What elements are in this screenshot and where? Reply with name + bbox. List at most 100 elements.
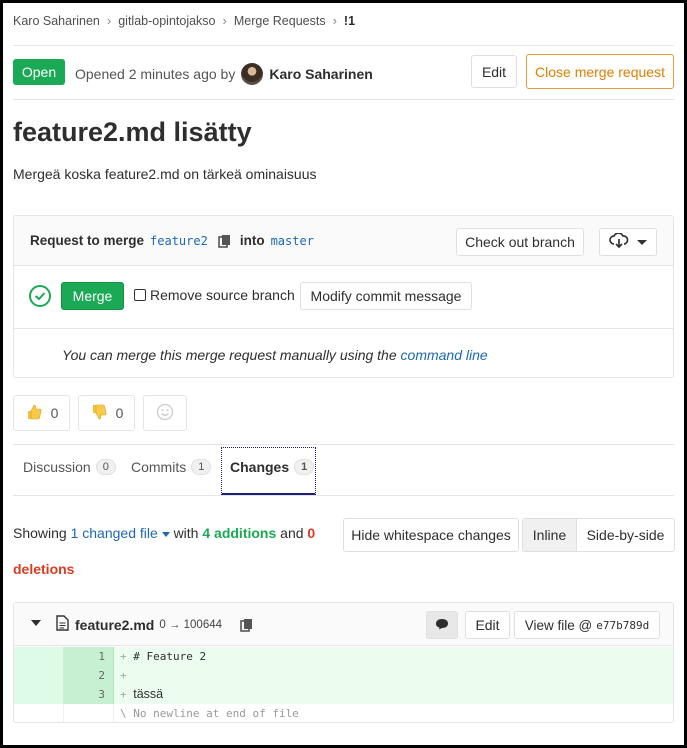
cloud-download-icon — [609, 231, 629, 252]
thumbs-down-icon — [90, 403, 108, 424]
new-line-number[interactable]: 3 — [64, 685, 114, 704]
tab-discussion[interactable]: Discussion 0 — [23, 459, 116, 475]
side-by-side-view-button[interactable]: Side-by-side — [577, 519, 674, 551]
comment-icon — [435, 617, 449, 633]
opened-text: Opened 2 minutes ago by — [75, 66, 236, 82]
new-line-number[interactable]: 2 — [64, 666, 114, 685]
add-reaction-button[interactable] — [143, 395, 187, 431]
view-file-button[interactable]: View file @ e77b789d — [514, 611, 660, 639]
manual-merge-note: You can merge this merge request manuall… — [62, 347, 488, 363]
breadcrumb-separator: › — [106, 13, 112, 28]
new-line-number[interactable]: 1 — [64, 647, 114, 666]
collapse-caret-icon[interactable] — [31, 620, 41, 626]
additions-count: 4 additions — [202, 525, 277, 541]
merge-button[interactable]: Merge — [61, 282, 124, 310]
merge-widget-header: Request to merge feature2 into master Ch… — [14, 216, 673, 266]
command-line-link[interactable]: command line — [401, 347, 488, 363]
deletions-count: 0 — [307, 525, 316, 541]
thumbs-down-count: 0 — [115, 405, 124, 421]
and-label: and — [280, 525, 304, 541]
old-line-number — [14, 704, 64, 722]
file-name[interactable]: feature2.md — [75, 617, 154, 633]
file-edit-button[interactable]: Edit — [465, 611, 510, 639]
thumbs-down-award-button[interactable]: 0 — [78, 395, 135, 431]
request-prefix: Request to merge — [30, 233, 145, 248]
opened-info: Opened 2 minutes ago by Karo Saharinen — [75, 63, 373, 85]
remove-source-branch-option[interactable]: Remove source branch — [134, 287, 295, 303]
target-branch[interactable]: master — [271, 234, 314, 248]
file-icon — [56, 615, 69, 634]
breadcrumb-user[interactable]: Karo Saharinen — [13, 14, 100, 28]
check-out-branch-button[interactable]: Check out branch — [456, 228, 584, 256]
smiley-icon — [156, 403, 174, 424]
tab-changes-count: 1 — [294, 459, 315, 475]
edit-button[interactable]: Edit — [471, 55, 517, 88]
page-title: feature2.md lisätty — [13, 117, 252, 147]
inline-view-button[interactable]: Inline — [523, 519, 577, 551]
diff-view-toggle: Inline Side-by-side — [522, 518, 675, 552]
breadcrumb-current[interactable]: !1 — [344, 14, 355, 28]
breadcrumb-separator: › — [332, 13, 337, 28]
diff-line-code: + — [114, 666, 673, 685]
deletions-label: deletions — [13, 561, 75, 577]
diff-line-text: tässä — [133, 687, 164, 701]
remove-source-branch-checkbox[interactable] — [134, 289, 146, 301]
thumbs-up-award-button[interactable]: 0 — [13, 395, 70, 431]
divider — [13, 444, 674, 445]
thumbs-up-icon — [25, 403, 43, 424]
changed-files-label: 1 changed file — [70, 525, 158, 541]
copy-file-path-icon[interactable] — [240, 618, 254, 632]
remove-source-branch-label: Remove source branch — [150, 287, 295, 303]
merge-actions: Merge Remove source branch Modify commit… — [14, 266, 673, 329]
changed-files-dropdown[interactable]: 1 changed file — [71, 525, 170, 541]
caret-down-icon — [161, 531, 170, 537]
with-label: with — [173, 525, 199, 541]
diff-line: 1 + # Feature 2 — [14, 647, 673, 666]
breadcrumb-separator: › — [222, 13, 227, 28]
download-dropdown-button[interactable] — [599, 228, 657, 256]
merge-request-page: Karo Saharinen › gitlab-opintojakso › Me… — [0, 0, 687, 748]
commit-sha: e77b789d — [596, 618, 650, 632]
tab-discussion-count: 0 — [95, 459, 116, 475]
author-link[interactable]: Karo Saharinen — [269, 66, 372, 82]
diff-line-code: + tässä — [114, 685, 673, 704]
merge-widget: Request to merge feature2 into master Ch… — [13, 215, 674, 378]
close-merge-request-button[interactable]: Close merge request — [526, 54, 674, 89]
tab-changes-label: Changes — [230, 459, 290, 475]
showing-label: Showing — [13, 525, 67, 541]
breadcrumb: Karo Saharinen › gitlab-opintojakso › Me… — [13, 13, 355, 28]
old-line-number — [14, 647, 64, 666]
divider — [13, 45, 674, 46]
old-line-number — [14, 685, 64, 704]
tab-commits-label: Commits — [131, 459, 187, 475]
copy-icon[interactable] — [218, 234, 232, 248]
tab-discussion-label: Discussion — [23, 459, 91, 475]
diff-line: 2 + — [14, 666, 673, 685]
tab-commits-count: 1 — [191, 459, 212, 475]
merge-request-info: Request to merge feature2 into master — [30, 233, 320, 248]
old-line-number — [14, 666, 64, 685]
tab-commits[interactable]: Commits 1 — [131, 459, 212, 475]
status-badge: Open — [13, 59, 65, 85]
view-file-label: View file @ — [524, 617, 593, 633]
changes-summary: Showing 1 changed file with 4 additions … — [13, 525, 315, 541]
source-branch[interactable]: feature2 — [150, 234, 208, 248]
manual-merge-text: You can merge this merge request manuall… — [62, 347, 397, 363]
divider — [13, 99, 674, 100]
mr-description: Mergeä koska feature2.md on tärkeä omina… — [13, 166, 317, 182]
no-newline-note: \ No newline at end of file — [114, 704, 673, 722]
diff-file: feature2.md 0 → 100644 Edit View file @ … — [13, 602, 674, 723]
divider — [13, 495, 674, 496]
breadcrumb-project[interactable]: gitlab-opintojakso — [118, 14, 215, 28]
diff-line: 3 + tässä — [14, 685, 673, 704]
breadcrumb-merge-requests[interactable]: Merge Requests — [234, 14, 326, 28]
toggle-comments-button[interactable] — [426, 611, 458, 639]
chevron-down-icon — [637, 239, 647, 245]
hide-whitespace-button[interactable]: Hide whitespace changes — [343, 518, 519, 552]
diff-file-header: feature2.md 0 → 100644 Edit View file @ … — [14, 603, 673, 646]
diff-line-text: # Feature 2 — [133, 650, 207, 663]
avatar[interactable] — [241, 63, 264, 85]
modify-commit-message-button[interactable]: Modify commit message — [300, 282, 472, 310]
into-label: into — [239, 233, 265, 248]
tab-changes[interactable]: Changes 1 — [230, 459, 315, 475]
